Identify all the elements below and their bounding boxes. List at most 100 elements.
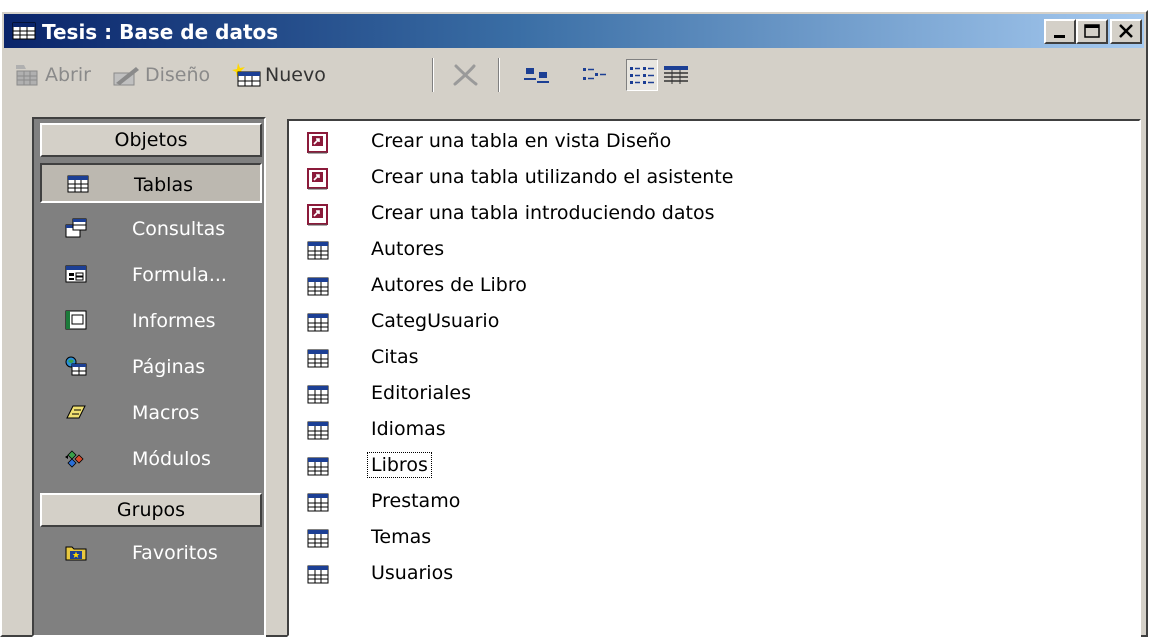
list-item-label: Crear una tabla introduciendo datos: [371, 202, 715, 224]
open-button[interactable]: Abrir: [14, 58, 91, 92]
list-item-label: Crear una tabla utilizando el asistente: [371, 166, 734, 188]
minimize-icon: [1054, 35, 1065, 38]
list-item-label: Crear una tabla en vista Diseño: [371, 130, 672, 152]
list-item[interactable]: Crear una tabla introduciendo datos: [289, 197, 1129, 233]
table-list-item[interactable]: Editoriales: [289, 377, 1129, 413]
table-name-focused: Libros: [367, 452, 432, 478]
objects-item-informes[interactable]: Informes: [40, 301, 262, 341]
maximize-button[interactable]: [1076, 19, 1108, 44]
toolbar-separator: [498, 58, 500, 92]
design-label: Diseño: [145, 64, 211, 86]
objects-header-button[interactable]: Objetos: [40, 123, 262, 157]
objects-item-modulos[interactable]: Módulos: [40, 439, 262, 479]
objects-item-formularios[interactable]: Formula...: [40, 255, 262, 295]
table-icon: [307, 241, 329, 260]
report-icon: [65, 310, 87, 330]
table-name: Temas: [371, 526, 432, 548]
objects-item-label: Tablas: [134, 174, 193, 196]
table-name: CategUsuario: [371, 310, 500, 332]
table-icon: [307, 457, 329, 476]
table-icon: [307, 421, 329, 440]
design-icon: [113, 67, 139, 86]
table-list-item[interactable]: Autores de Libro: [289, 269, 1129, 305]
large-icons-view-icon: [524, 68, 549, 83]
table-name: Autores: [371, 238, 445, 260]
title-bar[interactable]: Tesis : Base de datos: [4, 14, 1144, 48]
table-list-item[interactable]: Citas: [289, 341, 1129, 377]
table-icon: [307, 529, 329, 548]
table-name: Prestamo: [371, 490, 461, 512]
objects-item-macros[interactable]: Macros: [40, 393, 262, 433]
groups-item-label: Favoritos: [132, 542, 218, 564]
form-icon: [65, 265, 87, 283]
new-button[interactable]: Nuevo: [232, 58, 326, 92]
objects-bar: Objetos Tablas Consultas Formula... Info…: [32, 117, 266, 637]
small-icons-view-icon: [583, 68, 606, 80]
list-view-icon: [630, 67, 654, 84]
groups-item-favoritos[interactable]: Favoritos: [40, 533, 262, 573]
table-icon: [307, 385, 329, 404]
shortcut-icon: [307, 168, 328, 190]
list-item[interactable]: Crear una tabla utilizando el asistente: [289, 161, 1129, 197]
table-list-item[interactable]: Temas: [289, 521, 1129, 557]
large-icons-view-button[interactable]: [520, 59, 552, 91]
table-icon: [307, 313, 329, 332]
open-icon: [16, 65, 38, 86]
table-list-item[interactable]: CategUsuario: [289, 305, 1129, 341]
shortcut-icon: [307, 204, 328, 226]
maximize-icon: [1084, 24, 1100, 38]
favorites-folder-icon: [65, 546, 87, 561]
design-button[interactable]: Diseño: [112, 58, 210, 92]
table-name: Autores de Libro: [371, 274, 527, 296]
delete-button[interactable]: [450, 58, 483, 92]
toolbar: Abrir Diseño Nuevo: [4, 50, 1144, 100]
objects-item-label: Páginas: [132, 356, 206, 378]
table-list-item[interactable]: Idiomas: [289, 413, 1129, 449]
new-label: Nuevo: [265, 64, 326, 86]
window-title: Tesis : Base de datos: [42, 20, 279, 44]
toolbar-separator: [432, 58, 434, 92]
objects-list: Crear una tabla en vista Diseño Crear un…: [287, 119, 1141, 637]
table-list-item[interactable]: Usuarios: [289, 557, 1129, 593]
page-icon: [65, 356, 87, 376]
groups-header-button[interactable]: Grupos: [40, 493, 262, 527]
new-table-icon: [232, 63, 261, 87]
delete-x-icon: [453, 64, 478, 86]
details-view-icon: [664, 66, 688, 84]
objects-item-consultas[interactable]: Consultas: [40, 209, 262, 249]
objects-item-label: Formula...: [132, 264, 227, 286]
macro-icon: [66, 405, 86, 419]
shortcut-icon: [307, 132, 328, 154]
objects-item-label: Informes: [132, 310, 216, 332]
close-button[interactable]: [1110, 19, 1142, 44]
table-icon: [307, 349, 329, 368]
list-item[interactable]: Crear una tabla en vista Diseño: [289, 125, 1129, 161]
table-name: Citas: [371, 346, 419, 368]
open-label: Abrir: [45, 64, 91, 86]
objects-item-label: Macros: [132, 402, 200, 424]
details-view-button[interactable]: [660, 59, 692, 91]
table-list-item[interactable]: Autores: [289, 233, 1129, 269]
table-name: Usuarios: [371, 562, 454, 584]
database-window-icon: [12, 22, 36, 40]
table-list-item[interactable]: Libros: [289, 449, 1129, 485]
small-icons-view-button[interactable]: [578, 59, 610, 91]
table-name: Idiomas: [371, 418, 446, 440]
query-icon: [65, 218, 87, 238]
table-list-item[interactable]: Prestamo: [289, 485, 1129, 521]
objects-item-tablas[interactable]: Tablas: [40, 163, 262, 203]
table-name: Editoriales: [371, 382, 472, 404]
module-icon: [65, 450, 84, 468]
table-icon: [307, 493, 329, 512]
table-icon: [67, 175, 89, 193]
table-icon: [307, 277, 329, 296]
objects-header-label: Objetos: [114, 129, 188, 151]
objects-item-label: Módulos: [132, 448, 211, 470]
objects-item-label: Consultas: [132, 218, 226, 240]
minimize-button[interactable]: [1044, 19, 1076, 44]
objects-item-paginas[interactable]: Páginas: [40, 347, 262, 387]
close-icon: [1119, 24, 1133, 38]
table-icon: [307, 565, 329, 584]
groups-header-label: Grupos: [116, 499, 186, 521]
list-view-button[interactable]: [626, 59, 658, 91]
